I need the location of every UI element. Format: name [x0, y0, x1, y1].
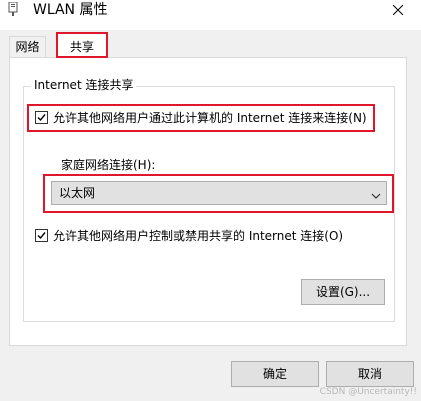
checkmark-icon [37, 232, 46, 240]
tab-sharing[interactable]: 共享 [56, 32, 108, 58]
close-icon [393, 5, 403, 15]
cancel-button[interactable]: 取消 [326, 361, 414, 387]
checkbox-box[interactable] [35, 111, 48, 124]
allow-control-checkbox[interactable]: 允许其他网络用户控制或禁用共享的 Internet 连接(O) [35, 227, 343, 245]
window-title: WLAN 属性 [33, 2, 108, 18]
checkbox-box[interactable] [35, 229, 48, 242]
checkmark-icon [37, 114, 46, 122]
home-network-select[interactable]: 以太网 [51, 181, 387, 205]
group-title: Internet 连接共享 [31, 77, 137, 93]
close-button[interactable] [375, 0, 421, 22]
allow-control-label: 允许其他网络用户控制或禁用共享的 Internet 连接(O) [53, 229, 344, 243]
chevron-down-icon [371, 189, 381, 203]
watermark: CSDN @Uncertainty!! [319, 387, 417, 397]
allow-share-label: 允许其他网络用户通过此计算机的 Internet 连接来连接(N) [53, 111, 367, 125]
ok-button[interactable]: 确定 [231, 361, 319, 387]
allow-share-checkbox[interactable]: 允许其他网络用户通过此计算机的 Internet 连接来连接(N) [35, 109, 367, 127]
home-network-value: 以太网 [59, 186, 96, 200]
tab-network[interactable]: 网络 [9, 36, 46, 58]
home-network-label: 家庭网络连接(H): [61, 158, 156, 172]
wifi-adapter-icon [8, 1, 18, 16]
properties-dialog: WLAN 属性 网络 共享 Internet 连接共享 允许其他网络用户通过此计… [0, 0, 421, 401]
title-bar[interactable]: WLAN 属性 [0, 0, 421, 30]
settings-button[interactable]: 设置(G)... [301, 279, 385, 305]
